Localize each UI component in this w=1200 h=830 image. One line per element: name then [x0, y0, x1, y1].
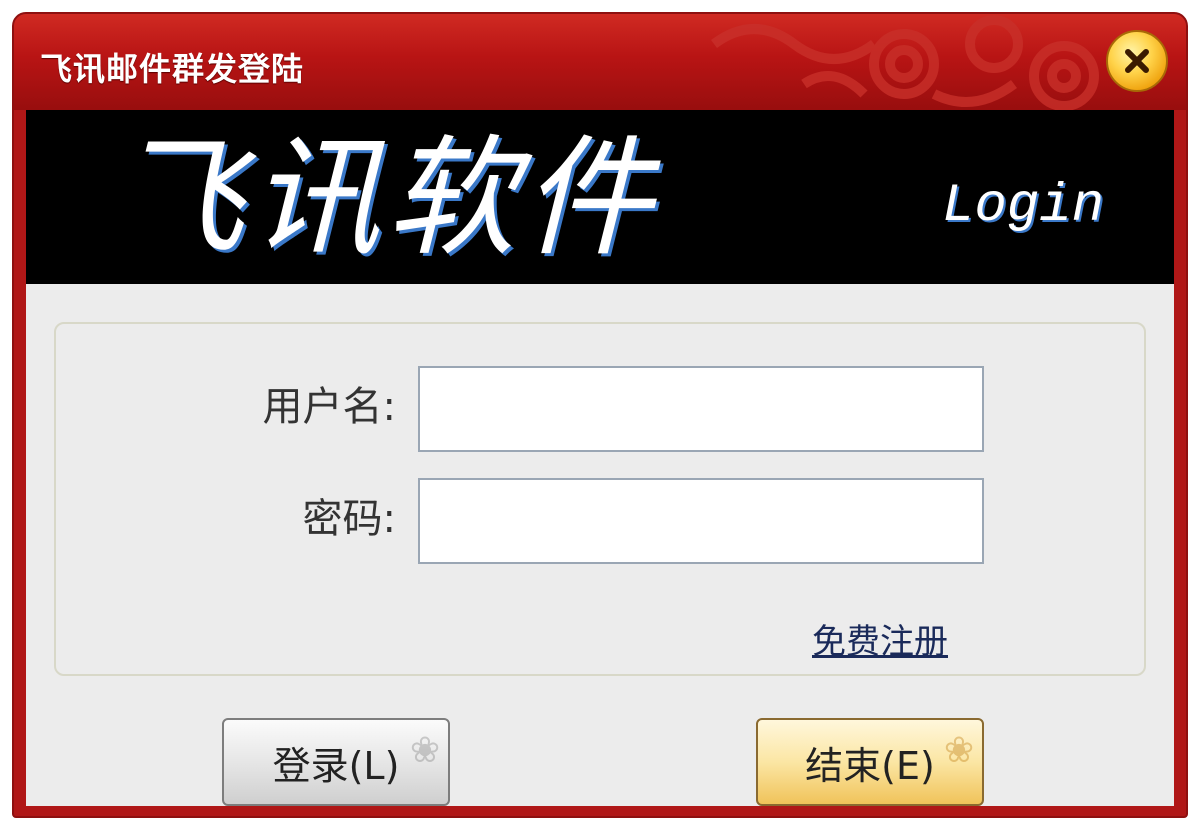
- exit-button-label: 结束(E): [805, 743, 935, 788]
- password-input[interactable]: [418, 478, 984, 564]
- free-register-link[interactable]: 免费注册: [812, 614, 948, 663]
- form-area: 用户名: 密码: 免费注册 ❀ 登录(L) ❀ 结束(E): [26, 284, 1174, 806]
- close-button[interactable]: [1106, 30, 1168, 92]
- username-input[interactable]: [418, 366, 984, 452]
- cloud-pattern-decoration: [711, 15, 1099, 110]
- swirl-icon: ❀: [943, 730, 974, 771]
- window-title: 飞讯邮件群发登陆: [40, 50, 305, 88]
- login-dialog: 飞讯邮件群发登陆 飞讯软件 Login 用户名: 密码: 免费注册 ❀ 登录(L…: [12, 12, 1188, 818]
- username-label: 用户名:: [262, 384, 396, 430]
- login-button-label: 登录(L): [272, 743, 400, 788]
- brand-banner: 飞讯软件 Login: [26, 110, 1174, 284]
- login-button[interactable]: ❀ 登录(L): [222, 718, 450, 806]
- title-bar[interactable]: 飞讯邮件群发登陆: [14, 14, 1186, 110]
- password-label: 密码:: [302, 496, 396, 542]
- swirl-icon: ❀: [409, 730, 440, 771]
- exit-button[interactable]: ❀ 结束(E): [756, 718, 984, 806]
- credentials-group: 用户名: 密码: 免费注册: [54, 322, 1146, 676]
- login-caption: Login: [942, 176, 1105, 237]
- close-icon: [1125, 49, 1149, 73]
- brand-title: 飞讯软件: [114, 122, 659, 274]
